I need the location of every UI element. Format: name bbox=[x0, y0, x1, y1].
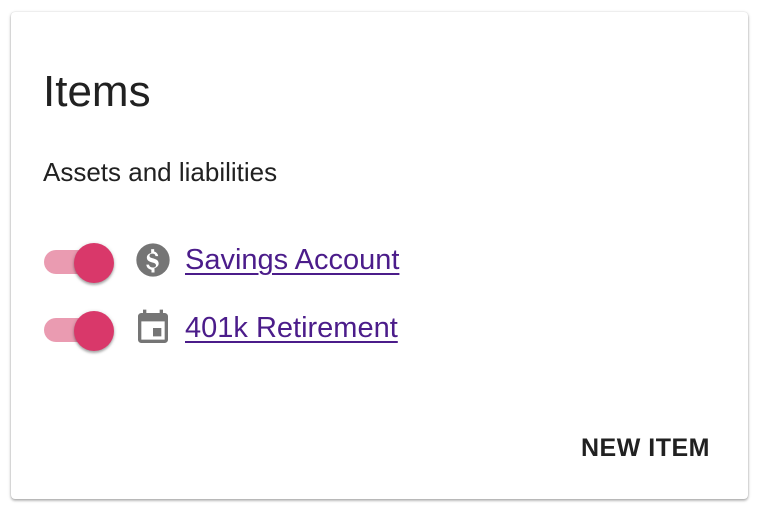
item-link-savings-account[interactable]: Savings Account bbox=[185, 242, 399, 278]
card-subtitle: Assets and liabilities bbox=[43, 157, 278, 187]
list-item: Savings Account bbox=[41, 236, 399, 284]
calendar-icon bbox=[133, 308, 173, 348]
toggle-thumb bbox=[74, 243, 114, 283]
new-item-button[interactable]: NEW ITEM bbox=[581, 428, 710, 468]
card-title: Items bbox=[43, 67, 151, 116]
toggle-switch-401k-retirement[interactable] bbox=[41, 308, 117, 351]
item-link-401k-retirement[interactable]: 401k Retirement bbox=[185, 310, 398, 346]
items-card: Items Assets and liabilities Savings Acc… bbox=[11, 12, 748, 499]
toggle-switch-savings-account[interactable] bbox=[41, 240, 117, 283]
toggle-thumb bbox=[74, 311, 114, 351]
list-item: 401k Retirement bbox=[41, 304, 398, 352]
dollar-circle-icon bbox=[133, 240, 173, 280]
